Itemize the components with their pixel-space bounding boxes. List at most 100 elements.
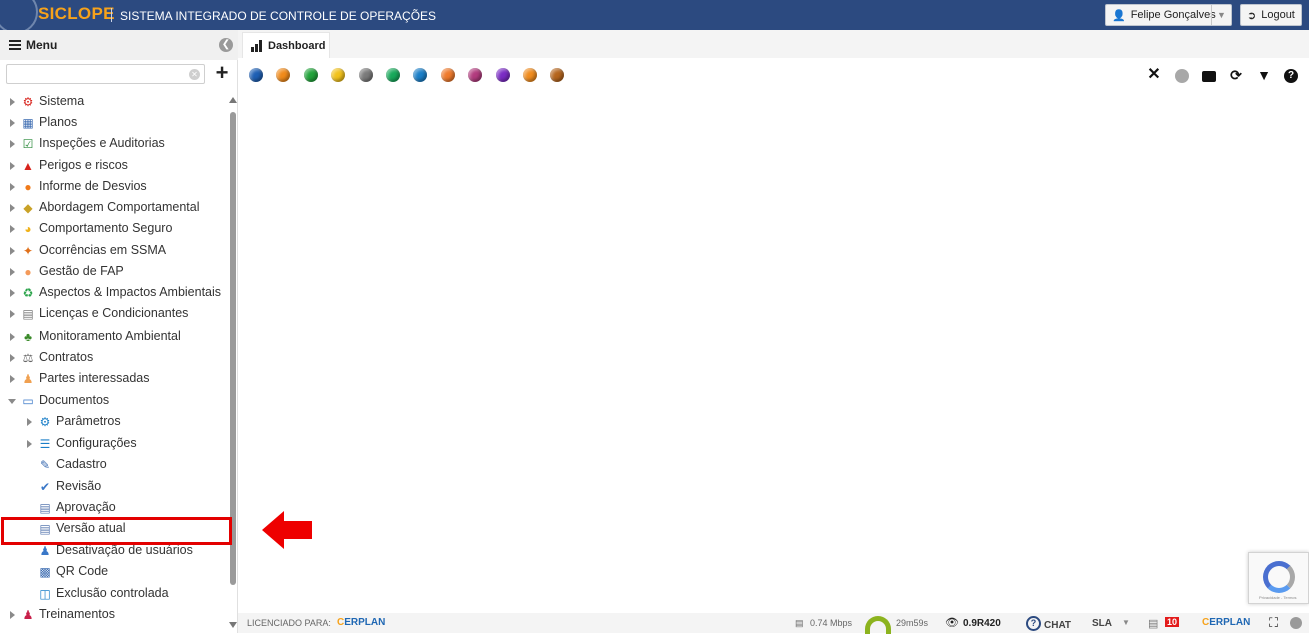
user-menu-button[interactable]: 👤 Felipe Gonçalves ▼ [1105, 4, 1232, 26]
sidebar-item-label: Treinamentos [39, 607, 115, 621]
menu-header: Menu ❮ [0, 30, 238, 60]
thumbs-up-icon: ✔ [39, 480, 51, 494]
expand-arrow-icon[interactable] [10, 375, 15, 383]
monitor-icon[interactable] [1201, 67, 1217, 83]
clear-search-icon[interactable]: ✕ [189, 69, 200, 80]
sliders-icon: ☰ [39, 437, 51, 451]
status-footer: LICENCIADO PARA: CERPLAN ▤ 0.74 Mbps 29m… [238, 613, 1309, 634]
top-header: SICLOPE SISTEMA INTEGRADO DE CONTROLE DE… [0, 0, 1309, 34]
sidebar-item-label: Licenças e Condicionantes [39, 306, 189, 320]
logout-button[interactable]: ➲ Logout [1240, 4, 1302, 26]
add-button[interactable]: + [211, 62, 233, 85]
network-speed: 0.74 Mbps [810, 618, 853, 628]
status-dot[interactable] [468, 68, 483, 82]
sidebar-item-label: Configurações [56, 436, 137, 450]
expand-arrow-icon[interactable] [27, 440, 32, 448]
sidebar-scrollbar[interactable] [228, 90, 238, 633]
people-icon: ♟ [22, 372, 34, 386]
status-dot[interactable] [331, 68, 346, 82]
trainer-icon: ♟ [22, 608, 34, 622]
document-icon: ▤ [22, 307, 34, 321]
session-gauge-icon [865, 616, 891, 634]
status-dot[interactable] [413, 68, 428, 82]
expand-arrow-icon[interactable] [10, 268, 15, 276]
fullscreen-icon[interactable]: ⛶ [1269, 615, 1278, 631]
helmet-icon: ◕ [24, 222, 32, 236]
menu-search-input[interactable] [6, 64, 205, 84]
chat-icon[interactable]: ? [1026, 616, 1041, 631]
chat-label[interactable]: CHAT [1044, 620, 1071, 631]
logout-label: Logout [1261, 9, 1295, 21]
calculator-icon[interactable]: ▤ [1148, 617, 1158, 630]
status-dot[interactable] [249, 68, 263, 82]
folder-icon: ▭ [22, 394, 34, 408]
expand-arrow-icon[interactable] [10, 162, 15, 170]
expand-arrow-icon[interactable] [10, 354, 15, 362]
phone-icon: ● [24, 180, 32, 194]
tab-dashboard[interactable]: Dashboard [242, 32, 330, 58]
expand-arrow-icon[interactable] [10, 310, 15, 318]
expand-arrow-icon[interactable] [10, 611, 15, 619]
expand-arrow-icon[interactable] [10, 333, 15, 341]
recycle-icon: ♻ [22, 286, 34, 300]
notification-badge[interactable]: 10 [1165, 617, 1180, 627]
expand-arrow-icon[interactable] [10, 289, 15, 297]
sidebar-item-label: Cadastro [56, 457, 107, 471]
sla-label[interactable]: SLA [1092, 618, 1112, 629]
status-dot[interactable] [386, 68, 400, 82]
tab-bar: Dashboard [238, 30, 1309, 58]
status-dot[interactable] [303, 68, 318, 82]
status-dot[interactable] [358, 68, 373, 82]
expand-arrow-icon[interactable] [10, 247, 15, 255]
tab-label: Dashboard [268, 40, 326, 52]
user-icon: 👤 [1112, 9, 1126, 22]
sidebar-item-label: Contratos [39, 350, 94, 364]
expand-arrow-icon[interactable] [10, 140, 15, 148]
scrollbar-thumb[interactable] [230, 112, 236, 585]
sidebar-item-label: Aprovação [56, 500, 116, 514]
edit-doc-icon: ✎ [39, 458, 51, 472]
status-dot[interactable] [550, 68, 565, 82]
status-gray-icon[interactable] [1174, 67, 1190, 84]
expand-arrow-icon[interactable] [10, 204, 15, 212]
status-dot[interactable] [440, 68, 455, 82]
status-dot[interactable] [495, 68, 510, 82]
scroll-down-icon[interactable] [229, 622, 237, 628]
collapse-arrow-icon[interactable] [8, 399, 16, 404]
sidebar-item-label: Perigos e riscos [39, 158, 128, 172]
expand-arrow-icon[interactable] [10, 119, 15, 127]
expand-arrow-icon[interactable] [27, 418, 32, 426]
status-dot[interactable] [523, 68, 537, 82]
expand-arrow-icon[interactable] [10, 98, 15, 106]
expand-arrow-icon[interactable] [10, 225, 15, 233]
recaptcha-badge[interactable]: Privacidade - Termos [1248, 552, 1309, 604]
warning-icon: ▲ [22, 159, 34, 173]
status-dot[interactable] [276, 68, 291, 82]
sidebar-item-label: Abordagem Comportamental [39, 200, 200, 214]
calendar-icon: ▦ [22, 116, 34, 130]
refresh-icon[interactable]: ⟳ [1228, 67, 1244, 83]
scroll-up-icon[interactable] [229, 97, 237, 103]
recaptcha-links[interactable]: Privacidade - Termos [1259, 595, 1297, 600]
sidebar-item-label: Desativação de usuários [56, 543, 193, 557]
session-timer: 29m59s [896, 618, 929, 628]
tree-icon: ♣ [24, 330, 32, 344]
sidebar-item-label: Documentos [39, 393, 110, 407]
brand-logo[interactable]: SICLOPE [38, 4, 115, 24]
status-gray-icon[interactable] [1290, 617, 1302, 629]
chevron-down-icon[interactable]: ▼ [1211, 5, 1231, 25]
help-icon[interactable]: ? [1283, 67, 1299, 84]
sidebar-item-label: Aspectos & Impactos Ambientais [39, 285, 222, 299]
licensee-logo: CERPLAN [337, 617, 386, 628]
logout-icon: ➲ [1247, 9, 1257, 22]
sidebar: Menu ❮ ✕ + ⚙ Sistema ▦ Planos ☑ Inspeçõe… [0, 30, 238, 633]
chevron-down-icon[interactable]: ▼ [1122, 618, 1130, 627]
sidebar-item-label: Exclusão controlada [56, 586, 169, 600]
close-icon[interactable]: ✕ [1146, 67, 1162, 83]
hamburger-icon[interactable] [9, 40, 21, 50]
filter-icon[interactable]: ▼ [1256, 67, 1272, 83]
collapse-sidebar-icon[interactable]: ❮ [219, 38, 233, 52]
brand-separator [111, 8, 112, 22]
expand-arrow-icon[interactable] [10, 183, 15, 191]
menu-title: Menu [26, 38, 58, 52]
